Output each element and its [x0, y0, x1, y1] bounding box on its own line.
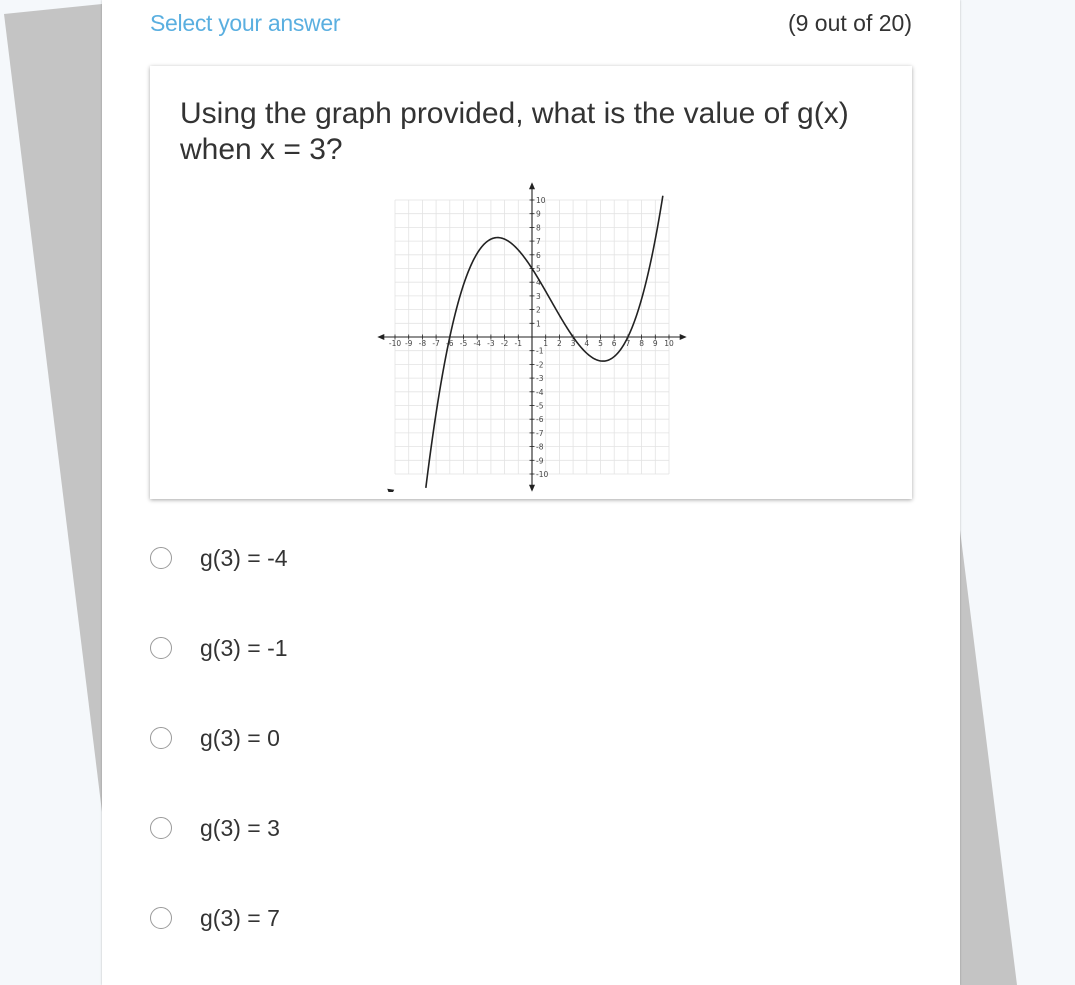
tick-label: 10: [664, 339, 674, 348]
tick-label: 1: [543, 339, 548, 348]
y-axis-arrow-up: [529, 182, 535, 190]
option-label: g(3) = 7: [200, 904, 280, 931]
tick-label: 2: [536, 306, 541, 315]
radio-button[interactable]: [150, 907, 172, 929]
x-axis-arrow-left: [377, 334, 385, 340]
tick-label: 1: [536, 319, 541, 328]
question-card: Using the graph provided, what is the va…: [150, 66, 912, 499]
option-label: g(3) = -1: [200, 634, 288, 661]
tick-label: -1: [536, 347, 544, 356]
question-sheet: Select your answer (9 out of 20) Using t…: [102, 0, 960, 985]
radio-button[interactable]: [150, 547, 172, 569]
tick-label: -6: [536, 415, 544, 424]
tick-label: 5: [598, 339, 603, 348]
tick-label: -10: [389, 339, 401, 348]
radio-button[interactable]: [150, 727, 172, 749]
tick-label: 6: [612, 339, 617, 348]
tick-label: -7: [432, 339, 440, 348]
tick-label: -9: [405, 339, 413, 348]
answer-option-3[interactable]: g(3) = 0: [150, 708, 750, 768]
tick-label: -4: [473, 339, 481, 348]
tick-label: -2: [536, 360, 544, 369]
radio-button[interactable]: [150, 817, 172, 839]
curve-arrow-down: [387, 488, 395, 492]
answer-option-4[interactable]: g(3) = 3: [150, 798, 750, 858]
answer-option-5[interactable]: g(3) = 7: [150, 888, 750, 948]
tick-label: -4: [536, 388, 544, 397]
x-axis-arrow-right: [679, 334, 687, 340]
select-answer-label: Select your answer: [150, 10, 341, 36]
question-progress: (9 out of 20): [787, 10, 912, 36]
answer-option-1[interactable]: g(3) = -4: [150, 528, 750, 588]
tick-label: -10: [536, 470, 548, 479]
tick-label: 9: [653, 339, 658, 348]
option-label: g(3) = -4: [200, 544, 288, 571]
tick-label: 8: [639, 339, 644, 348]
option-label: g(3) = 0: [200, 724, 280, 751]
tick-label: -1: [515, 339, 523, 348]
tick-label: 9: [536, 210, 541, 219]
tick-label: 2: [557, 339, 562, 348]
question-text: Using the graph provided, what is the va…: [180, 97, 849, 166]
tick-label: 3: [536, 292, 541, 301]
tick-label: 4: [584, 339, 589, 348]
tick-label: -5: [460, 339, 468, 348]
tick-label: -3: [487, 339, 495, 348]
tick-label: 10: [536, 196, 546, 205]
tick-label: -8: [536, 443, 544, 452]
graph-axes: [381, 186, 683, 488]
tick-label: 7: [536, 237, 541, 246]
tick-label: 6: [536, 251, 541, 260]
tick-label: -5: [536, 402, 544, 411]
tick-label: 5: [536, 265, 541, 274]
tick-label: -7: [536, 429, 544, 438]
y-axis-arrow-down: [529, 484, 535, 492]
function-graph: -10 -9 -8 -7 -6 -5 -4 -3 -2 -1 1 2 3 4 5 6 7 8 9 1012345678…: [377, 182, 687, 492]
tick-label: 8: [536, 223, 541, 232]
answer-option-2[interactable]: g(3) = -1: [150, 618, 750, 678]
option-label: g(3) = 3: [200, 814, 280, 841]
tick-label: -8: [419, 339, 427, 348]
tick-label: -2: [501, 339, 509, 348]
tick-label: -3: [536, 374, 544, 383]
tick-label: -9: [536, 456, 544, 465]
radio-button[interactable]: [150, 637, 172, 659]
